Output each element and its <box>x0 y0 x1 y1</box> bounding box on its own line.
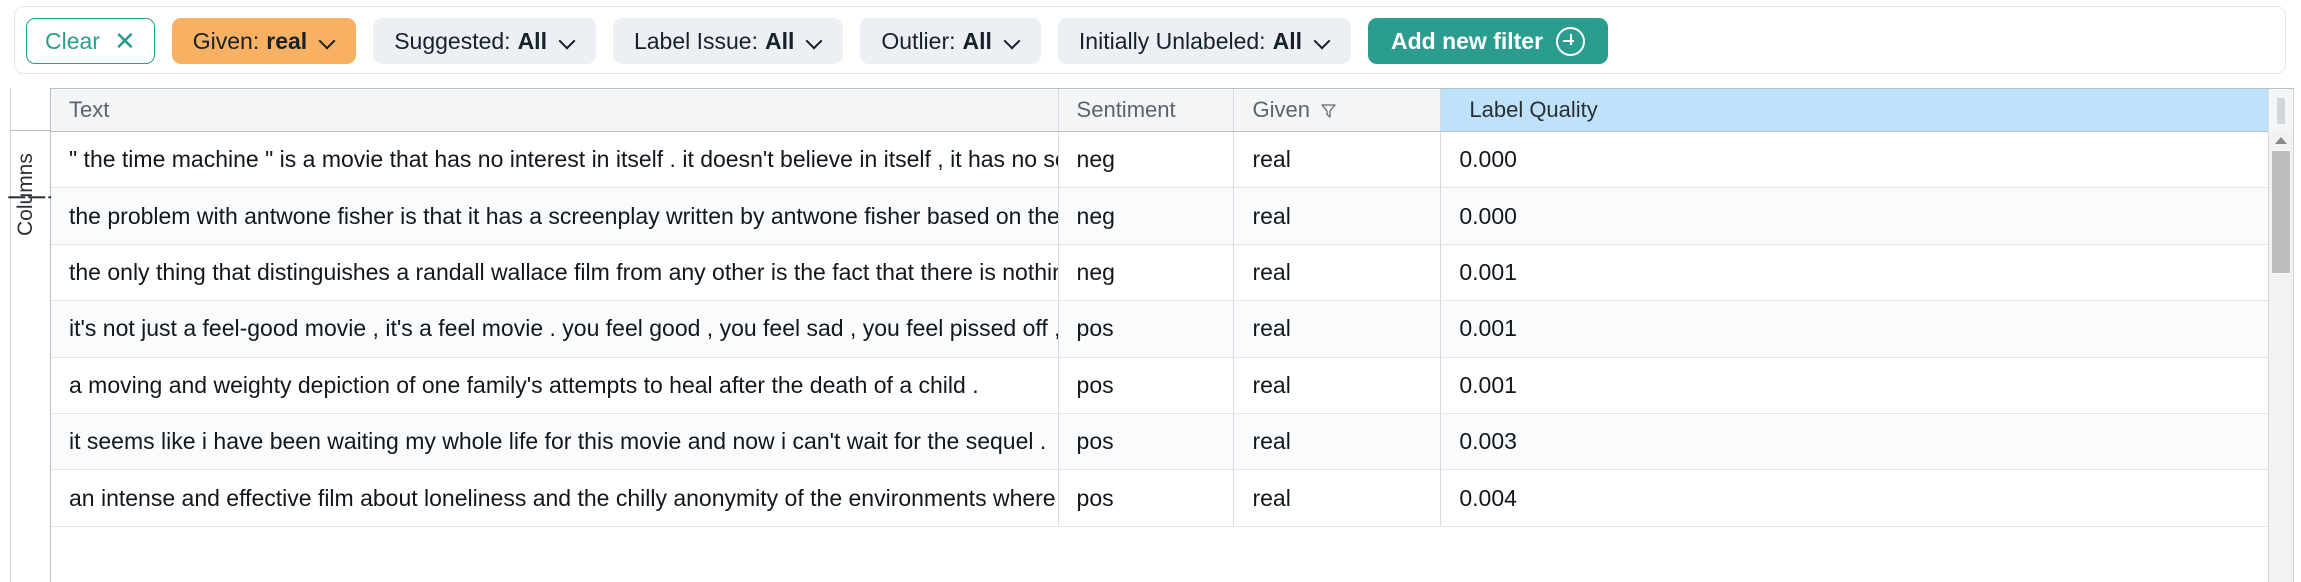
chevron-down-icon <box>560 34 575 49</box>
filter-chip-outlier-label: Outlier: <box>881 27 956 54</box>
filter-chip-label-issue[interactable]: Label Issue: All <box>612 18 844 64</box>
cell-text: the only thing that distinguishes a rand… <box>51 244 1059 301</box>
column-header-label-quality[interactable]: Label Quality <box>1441 89 2293 131</box>
vertical-scrollbar[interactable] <box>2268 132 2293 582</box>
filter-chip-suggested-value: All <box>517 27 547 54</box>
columns-rail[interactable]: Columns <box>8 88 85 582</box>
cell-label-quality: 0.000 <box>1459 202 1517 229</box>
cell-given: real <box>1234 301 1442 357</box>
cell-given: real <box>1234 413 1442 470</box>
close-icon: ✕ <box>113 26 136 56</box>
filter-chip-suggested[interactable]: Suggested: All <box>373 18 596 64</box>
column-header-label-quality-label: Label Quality <box>1469 97 1598 122</box>
chevron-down-icon <box>320 34 335 49</box>
filter-chip-given-label: Given: <box>192 27 260 54</box>
columns-rail-body: Columns <box>8 131 85 582</box>
filter-bar: Clear ✕ Given: real Suggested: All Label… <box>15 7 1609 75</box>
table-row[interactable]: the problem with antwone fisher is that … <box>51 188 2293 245</box>
column-header-sentiment-label: Sentiment <box>1076 97 1176 122</box>
filter-chip-outlier[interactable]: Outlier: All <box>860 18 1041 64</box>
cell-label-quality: 0.001 <box>1459 371 1517 398</box>
table-row[interactable]: an intense and effective film about lone… <box>51 470 2293 527</box>
data-table-region: Columns Text Sentiment Given Label Quali… <box>8 88 2294 582</box>
column-header-sentiment[interactable]: Sentiment <box>1059 89 1235 131</box>
table-row[interactable]: the only thing that distinguishes a rand… <box>51 244 2293 302</box>
table-row[interactable]: a moving and weighty depiction of one fa… <box>51 357 2293 414</box>
filter-funnel-icon[interactable] <box>1320 102 1337 119</box>
columns-toggle[interactable]: Columns <box>8 153 85 236</box>
cell-given: real <box>1234 470 1442 526</box>
filter-bar-container: Clear ✕ Given: real Suggested: All Label… <box>14 6 2286 74</box>
filter-chip-label-issue-label: Label Issue: <box>633 27 758 54</box>
table-row[interactable]: it's not just a feel-good movie , it's a… <box>51 301 2293 358</box>
chevron-down-icon <box>1315 34 1330 49</box>
header-scrollbar-spacer <box>2268 89 2293 132</box>
cell-sentiment: pos <box>1059 301 1235 357</box>
column-header-given-label: Given <box>1252 97 1310 122</box>
vertical-scrollbar-thumb[interactable] <box>2272 151 2290 273</box>
cell-sentiment: pos <box>1059 357 1235 413</box>
clear-filters-label: Clear <box>45 27 100 54</box>
cell-given: real <box>1234 357 1442 413</box>
cell-sentiment: pos <box>1059 470 1235 526</box>
chevron-down-icon <box>807 34 822 49</box>
cell-label-quality: 0.003 <box>1459 428 1517 455</box>
chevron-down-icon <box>1005 34 1020 49</box>
data-grid-header-row: Text Sentiment Given Label Quality <box>51 89 2293 132</box>
column-header-text-label: Text <box>69 97 110 122</box>
column-header-text[interactable]: Text <box>51 89 1059 131</box>
columns-rail-label: Columns <box>13 153 37 236</box>
data-grid: Text Sentiment Given Label Quality " the… <box>51 88 2294 582</box>
filter-chip-suggested-label: Suggested: <box>394 27 511 54</box>
header-scroll-thumb <box>2277 98 2285 124</box>
cell-text: a moving and weighty depiction of one fa… <box>51 357 1059 413</box>
cell-text: it's not just a feel-good movie , it's a… <box>51 301 1059 357</box>
cell-text: the problem with antwone fisher is that … <box>51 188 1059 244</box>
clear-filters-button[interactable]: Clear ✕ <box>26 18 155 64</box>
cell-label-quality: 0.000 <box>1459 146 1517 173</box>
table-row[interactable]: it seems like i have been waiting my who… <box>51 413 2293 471</box>
cell-label-quality: 0.001 <box>1459 258 1517 285</box>
cell-text: it seems like i have been waiting my who… <box>51 413 1059 470</box>
add-new-filter-button[interactable]: Add new filter <box>1367 18 1609 64</box>
cell-sentiment: neg <box>1059 244 1235 301</box>
add-new-filter-label: Add new filter <box>1390 27 1544 54</box>
app-root: Clear ✕ Given: real Suggested: All Label… <box>0 0 2301 582</box>
filter-chip-given[interactable]: Given: real <box>171 18 357 64</box>
cell-given: real <box>1234 188 1442 244</box>
cell-label-quality: 0.001 <box>1459 315 1517 342</box>
scroll-up-arrow-icon[interactable] <box>2275 137 2287 144</box>
columns-rail-header-spacer <box>11 88 50 131</box>
cell-sentiment: neg <box>1059 132 1235 188</box>
filter-chip-label-issue-value: All <box>764 27 795 54</box>
column-header-given[interactable]: Given <box>1234 89 1442 131</box>
filter-chip-initially-unlabeled-label: Initially Unlabeled: <box>1078 27 1266 54</box>
cell-text: an intense and effective film about lone… <box>51 470 1059 526</box>
cell-given: real <box>1234 132 1442 188</box>
plus-circle-icon <box>1556 26 1586 56</box>
filter-chip-initially-unlabeled[interactable]: Initially Unlabeled: All <box>1057 18 1351 64</box>
cell-sentiment: neg <box>1059 188 1235 244</box>
data-grid-body: " the time machine " is a movie that has… <box>51 132 2293 582</box>
filter-chip-outlier-value: All <box>962 27 992 54</box>
cell-given: real <box>1234 244 1442 301</box>
cell-label-quality: 0.004 <box>1459 484 1517 511</box>
filter-chip-given-value: real <box>266 27 308 54</box>
cell-sentiment: pos <box>1059 413 1235 470</box>
table-row[interactable]: " the time machine " is a movie that has… <box>51 132 2293 189</box>
filter-chip-initially-unlabeled-value: All <box>1272 27 1302 54</box>
cell-text: " the time machine " is a movie that has… <box>51 132 1059 188</box>
